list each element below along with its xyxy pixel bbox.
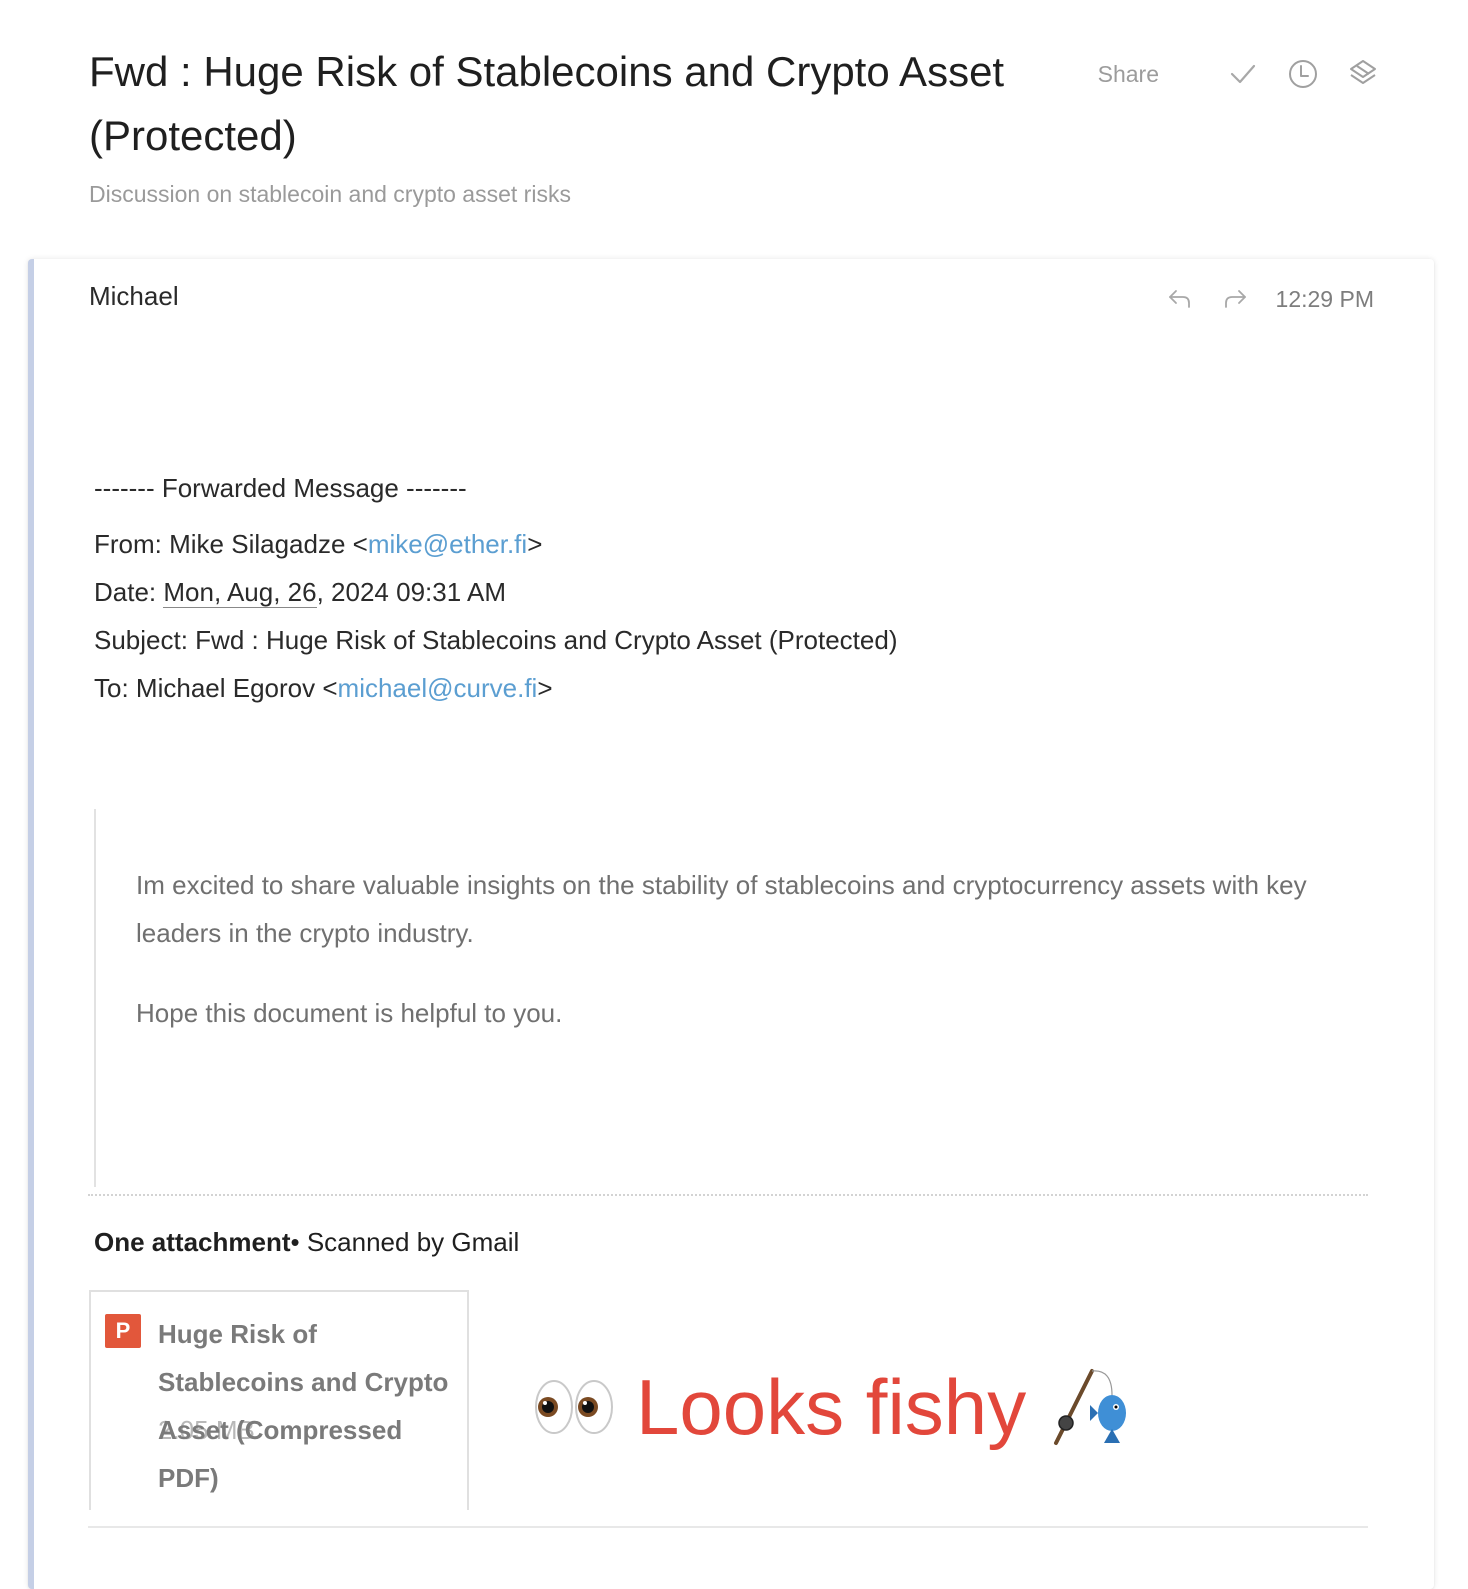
forward-from-line: From: Mike Silagadze <mike@ether.fi> [94,520,1294,568]
quoted-text: Im excited to share valuable insights on… [136,861,1336,1069]
annotation-text: Looks fishy [636,1362,1027,1451]
from-name: Mike Silagadze < [169,529,368,559]
to-name: Michael Egorov < [135,673,338,703]
attachment-divider [88,1194,1368,1196]
check-icon[interactable] [1227,58,1259,90]
thread-subtitle: Discussion on stablecoin and crypto asse… [89,181,571,207]
quoted-body: Im excited to share valuable insights on… [94,809,1356,1187]
to-email-link[interactable]: michael@curve.fi [338,673,538,703]
fishing-pole-icon [1046,1365,1134,1449]
forward-date-line: Date: Mon, Aug, 26, 2024 09:31 AM [94,568,1294,616]
attachment-card[interactable]: P 2.05 MB Huge Risk of Stablecoins and C… [89,1290,469,1510]
forward-separator: ------- Forwarded Message ------- [94,473,467,503]
header-actions: Share [1098,54,1379,94]
bottom-divider [88,1526,1368,1528]
sender-name[interactable]: Michael [89,281,179,312]
pdf-file-icon: P [105,1314,141,1348]
message-actions: 12:29 PM [1166,285,1374,313]
from-label: From: [94,529,170,559]
to-label: To: [94,673,136,703]
from-suffix: > [527,529,543,559]
fishy-annotation: Looks fishy [534,1357,1134,1457]
attachment-header: One attachment• Scanned by Gmail [94,1227,519,1258]
thread-title: Fwd : Huge Risk of Stablecoins and Crypt… [89,48,1005,159]
date-rest: , 2024 09:31 AM [316,577,506,607]
forwarded-header: ------- Forwarded Message ------- From: … [94,464,1294,712]
message-card: Michael 12:29 PM ------- Forwarded Messa… [28,259,1434,1589]
forward-icon[interactable] [1221,285,1249,313]
scan-status: • Scanned by Gmail [290,1227,520,1257]
share-button[interactable]: Share [1098,61,1159,88]
to-suffix: > [537,673,553,703]
forward-subject-line: Subject: Fwd : Huge Risk of Stablecoins … [94,625,898,655]
layers-icon[interactable] [1347,58,1379,90]
message-time: 12:29 PM [1275,285,1374,312]
thread-header: Fwd : Huge Risk of Stablecoins and Crypt… [89,36,1379,236]
attachment-name: Huge Risk of Stablecoins and Crypto Asse… [158,1319,449,1493]
forward-to-line: To: Michael Egorov <michael@curve.fi> [94,664,1294,712]
clock-icon[interactable] [1287,58,1319,90]
reply-icon[interactable] [1166,285,1194,313]
date-value-link[interactable]: Mon, Aug, 26 [163,577,317,608]
date-label: Date: [94,577,164,607]
attachment-count: One attachment [94,1227,291,1257]
body-paragraph-2: Hope this document is helpful to you. [136,998,563,1028]
body-paragraph-1: Im excited to share valuable insights on… [136,870,1307,948]
from-email-link[interactable]: mike@ether.fi [368,529,527,559]
eyes-icon [534,1377,616,1437]
